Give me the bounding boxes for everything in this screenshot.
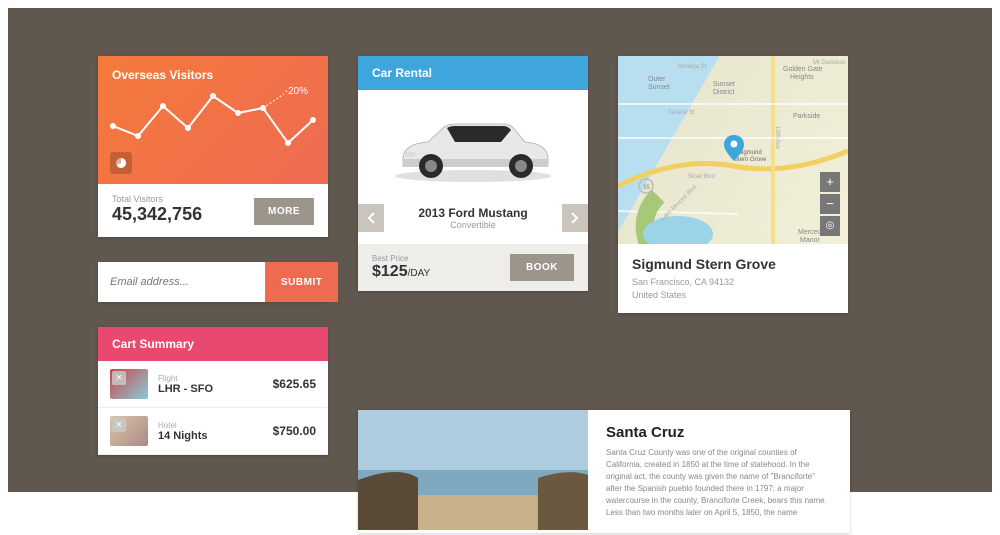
svg-text:Sunset: Sunset xyxy=(713,81,735,88)
chevron-left-icon xyxy=(367,212,375,224)
car-image xyxy=(358,90,588,198)
next-car-button[interactable] xyxy=(562,204,588,232)
cart-item-price: $750.00 xyxy=(273,424,316,438)
submit-button[interactable]: SUBMIT xyxy=(265,262,338,302)
cart-row: × Flight LHR - SFO $625.65 xyxy=(98,361,328,408)
location-address-1: San Francisco, CA 94132 xyxy=(632,276,834,289)
car-rental-card: Car Rental xyxy=(358,56,588,291)
article-image xyxy=(358,410,588,530)
cart-item-price: $625.65 xyxy=(273,377,316,391)
email-subscribe: SUBMIT xyxy=(98,262,328,302)
pie-chart-icon[interactable] xyxy=(110,152,132,174)
cart-title: Cart Summary xyxy=(98,327,328,361)
cart-thumb-hotel: × xyxy=(110,416,148,446)
article-body: Santa Cruz County was one of the origina… xyxy=(606,447,832,519)
cart-category: Flight xyxy=(158,374,263,383)
cart-item-name: 14 Nights xyxy=(158,430,263,442)
location-address-2: United States xyxy=(632,289,834,302)
prev-car-button[interactable] xyxy=(358,204,384,232)
zoom-in-button[interactable]: + xyxy=(820,172,840,192)
remove-item-icon[interactable]: × xyxy=(112,371,126,385)
cart-category: Hotel xyxy=(158,421,263,430)
svg-text:Sloat Blvd: Sloat Blvd xyxy=(688,174,715,180)
svg-text:District: District xyxy=(713,89,734,96)
cart-summary-card: Cart Summary × Flight LHR - SFO $625.65 … xyxy=(98,327,328,455)
svg-text:Outer: Outer xyxy=(648,76,666,83)
more-button[interactable]: MORE xyxy=(254,198,314,225)
svg-text:Heights: Heights xyxy=(790,74,814,81)
svg-text:Noriega St: Noriega St xyxy=(678,64,707,70)
car-name: 2013 Ford Mustang xyxy=(384,206,562,220)
zoom-out-button[interactable]: − xyxy=(820,194,840,214)
location-title: Sigmund Stern Grove xyxy=(632,256,834,272)
svg-text:Sunset: Sunset xyxy=(648,84,670,91)
map-pin-icon xyxy=(724,135,744,161)
map-card: OuterSunset SunsetDistrict Noriega St Go… xyxy=(618,56,848,313)
total-visitors-value: 45,342,756 xyxy=(112,204,202,225)
locate-button[interactable]: ◎ xyxy=(820,216,840,236)
svg-text:Golden Gate: Golden Gate xyxy=(783,66,823,73)
article-card: Santa Cruz Santa Cruz County was one of … xyxy=(358,410,850,533)
svg-text:Merced: Merced xyxy=(798,229,821,236)
book-button[interactable]: BOOK xyxy=(510,254,574,281)
svg-text:19th Ave: 19th Ave xyxy=(774,126,780,150)
visitors-line-chart xyxy=(108,88,318,158)
cart-thumb-flight: × xyxy=(110,369,148,399)
car-rental-title: Car Rental xyxy=(358,56,588,90)
car-subtitle: Convertible xyxy=(384,220,562,230)
svg-text:Mt Davidson: Mt Davidson xyxy=(813,60,846,66)
svg-text:Manor: Manor xyxy=(800,237,821,244)
svg-text:Taraval St: Taraval St xyxy=(668,110,695,116)
article-title: Santa Cruz xyxy=(606,424,832,441)
email-input[interactable] xyxy=(98,262,265,302)
map-view[interactable]: OuterSunset SunsetDistrict Noriega St Go… xyxy=(618,56,848,244)
svg-text:35: 35 xyxy=(643,185,650,191)
total-visitors-label: Total Visitors xyxy=(112,194,202,204)
cart-item-name: LHR - SFO xyxy=(158,383,263,395)
cart-row: × Hotel 14 Nights $750.00 xyxy=(98,408,328,455)
svg-text:Parkside: Parkside xyxy=(793,113,820,120)
remove-item-icon[interactable]: × xyxy=(112,418,126,432)
chevron-right-icon xyxy=(571,212,579,224)
visitors-card: Overseas Visitors -20% Total xyxy=(98,56,328,237)
best-price-label: Best Price xyxy=(372,254,430,263)
car-price: $125/DAY xyxy=(372,263,430,281)
visitors-title: Overseas Visitors xyxy=(112,68,314,82)
